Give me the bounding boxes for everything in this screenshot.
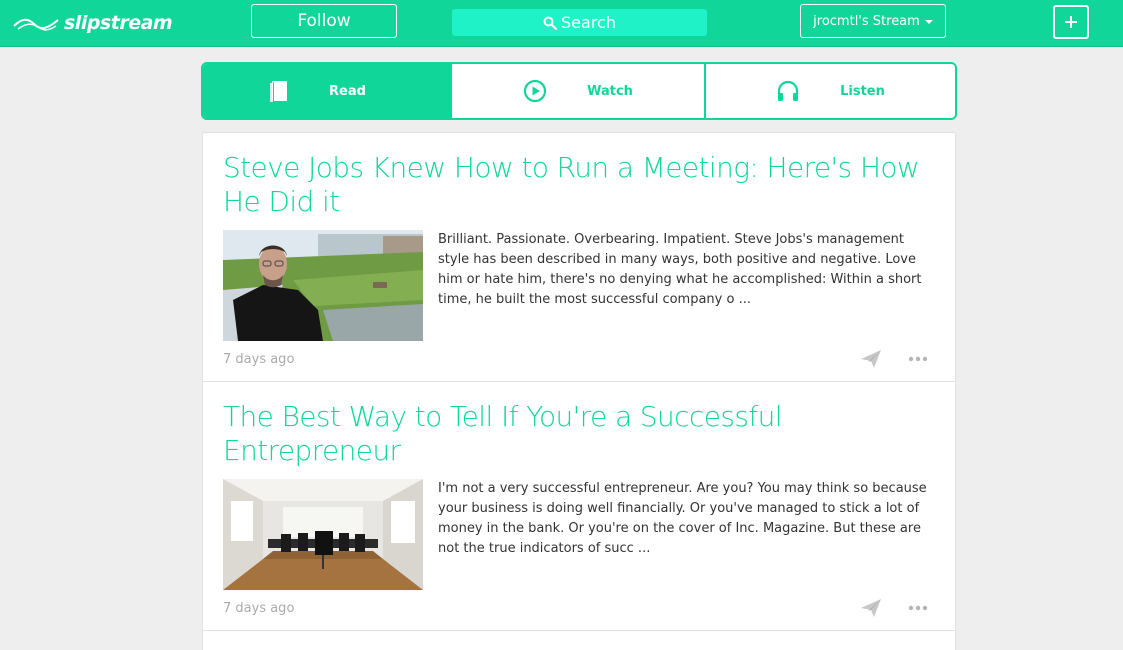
article-excerpt: I'm not a very successful entrepreneur. … bbox=[438, 481, 927, 556]
article-card: The Best Way to Tell If You're a Success… bbox=[203, 382, 955, 631]
more-options-icon[interactable] bbox=[907, 600, 929, 616]
tab-watch[interactable]: Watch bbox=[450, 64, 704, 118]
article-excerpt: Brilliant. Passionate. Overbearing. Impa… bbox=[438, 232, 922, 307]
search-button[interactable]: Search bbox=[452, 9, 707, 36]
tab-listen[interactable]: Listen bbox=[704, 64, 955, 118]
article-thumbnail[interactable] bbox=[223, 479, 423, 590]
portrait-photo-image bbox=[223, 230, 423, 341]
tab-read[interactable]: Read bbox=[203, 64, 450, 118]
media-tabs: Read Watch Listen bbox=[201, 62, 957, 120]
article-title[interactable]: The Best Way to Tell If You're a Success… bbox=[223, 400, 933, 468]
logo[interactable]: slipstream bbox=[12, 9, 173, 37]
search-label: Search bbox=[561, 13, 616, 32]
article-timestamp: 7 days ago bbox=[223, 352, 295, 367]
stream-dropdown[interactable]: jrocmtl's Stream bbox=[800, 4, 946, 38]
more-options-icon[interactable] bbox=[907, 351, 929, 367]
tab-watch-label: Watch bbox=[587, 83, 633, 99]
article-card: Steve Jobs Knew How to Run a Meeting: He… bbox=[203, 133, 955, 382]
top-navbar: slipstream Follow Search jrocmtl's Strea… bbox=[0, 0, 1123, 47]
article-title[interactable]: Steve Jobs Knew How to Run a Meeting: He… bbox=[223, 151, 933, 219]
article-timestamp: 7 days ago bbox=[223, 601, 295, 616]
share-icon[interactable] bbox=[860, 349, 882, 369]
article-feed: Steve Jobs Knew How to Run a Meeting: He… bbox=[202, 132, 956, 650]
add-button[interactable] bbox=[1053, 5, 1089, 39]
share-icon[interactable] bbox=[860, 598, 882, 618]
tab-listen-label: Listen bbox=[840, 83, 885, 99]
stream-label: jrocmtl's Stream bbox=[813, 13, 920, 29]
headphones-icon bbox=[778, 80, 799, 101]
tab-read-label: Read bbox=[329, 83, 366, 99]
book-icon bbox=[270, 81, 288, 102]
search-icon bbox=[543, 16, 558, 30]
logo-text: slipstream bbox=[64, 12, 173, 34]
conference-room-image bbox=[223, 479, 423, 590]
article-thumbnail[interactable] bbox=[223, 230, 423, 341]
slipstream-logo-icon bbox=[13, 18, 59, 31]
follow-button[interactable]: Follow bbox=[251, 4, 397, 38]
chevron-down-icon bbox=[924, 20, 933, 24]
plus-icon bbox=[1065, 16, 1077, 28]
play-circle-icon bbox=[523, 79, 547, 103]
